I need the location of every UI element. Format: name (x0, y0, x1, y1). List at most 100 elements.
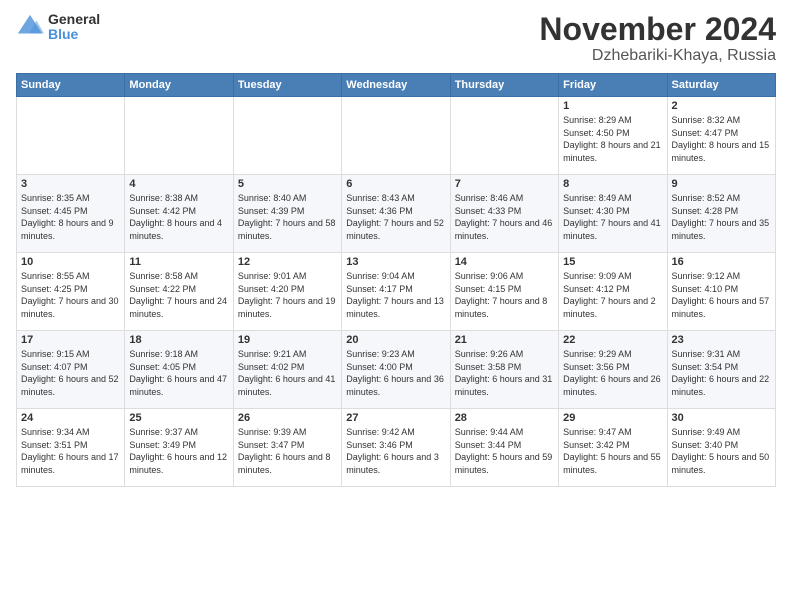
col-saturday: Saturday (667, 74, 775, 97)
day-number: 11 (129, 256, 228, 268)
week-row-1: 1 Sunrise: 8:29 AM Sunset: 4:50 PM Daylig… (17, 97, 776, 175)
calendar-cell-w1-d5: 1 Sunrise: 8:29 AM Sunset: 4:50 PM Daylig… (559, 97, 667, 175)
day-number: 19 (238, 334, 337, 346)
week-row-2: 3 Sunrise: 8:35 AM Sunset: 4:45 PM Daylig… (17, 175, 776, 253)
day-info: Sunrise: 8:29 AM Sunset: 4:50 PM Dayligh… (563, 114, 662, 164)
day-number: 26 (238, 412, 337, 424)
location: Dzhebariki-Khaya, Russia (539, 47, 776, 65)
calendar-cell-w2-d3: 6 Sunrise: 8:43 AM Sunset: 4:36 PM Daylig… (342, 175, 450, 253)
day-info: Sunrise: 8:43 AM Sunset: 4:36 PM Dayligh… (346, 192, 445, 242)
day-info: Sunrise: 9:15 AM Sunset: 4:07 PM Dayligh… (21, 348, 120, 398)
week-row-4: 17 Sunrise: 9:15 AM Sunset: 4:07 PM Dayli… (17, 331, 776, 409)
day-number: 13 (346, 256, 445, 268)
calendar-cell-w4-d4: 21Sunrise: 9:26 AM Sunset: 3:58 PM Dayli… (450, 331, 558, 409)
calendar-cell-w3-d1: 11 Sunrise: 8:58 AM Sunset: 4:22 PM Dayli… (125, 253, 233, 331)
logo: General Blue (16, 12, 100, 43)
day-info: Sunrise: 9:18 AM Sunset: 4:05 PM Dayligh… (129, 348, 228, 398)
day-number: 1 (563, 100, 662, 112)
day-info: Sunrise: 9:31 AM Sunset: 3:54 PM Dayligh… (672, 348, 771, 398)
day-info: Sunrise: 9:12 AM Sunset: 4:10 PM Dayligh… (672, 270, 771, 320)
day-number: 3 (21, 178, 120, 190)
calendar-cell-w3-d4: 14 Sunrise: 9:06 AM Sunset: 4:15 PM Dayli… (450, 253, 558, 331)
day-info: Sunrise: 8:58 AM Sunset: 4:22 PM Dayligh… (129, 270, 228, 320)
day-info: Sunrise: 9:21 AM Sunset: 4:02 PM Dayligh… (238, 348, 337, 398)
calendar-header-row: Sunday Monday Tuesday Wednesday Thursday… (17, 74, 776, 97)
calendar-cell-w1-d0 (17, 97, 125, 175)
page-container: General Blue November 2024 Dzhebariki-Kh… (0, 0, 792, 495)
day-info: Sunrise: 8:32 AM Sunset: 4:47 PM Dayligh… (672, 114, 771, 164)
day-number: 17 (21, 334, 120, 346)
calendar-cell-w4-d2: 19 Sunrise: 9:21 AM Sunset: 4:02 PM Dayli… (233, 331, 341, 409)
day-number: 15 (563, 256, 662, 268)
calendar-cell-w5-d1: 25 Sunrise: 9:37 AM Sunset: 3:49 PM Dayli… (125, 409, 233, 487)
day-number: 10 (21, 256, 120, 268)
day-info: Sunrise: 9:37 AM Sunset: 3:49 PM Dayligh… (129, 426, 228, 476)
day-number: 30 (672, 412, 771, 424)
day-info: Sunrise: 8:52 AM Sunset: 4:28 PM Dayligh… (672, 192, 771, 242)
calendar-cell-w5-d0: 24 Sunrise: 9:34 AM Sunset: 3:51 PM Dayli… (17, 409, 125, 487)
day-info: Sunrise: 9:23 AM Sunset: 4:00 PM Dayligh… (346, 348, 445, 398)
col-monday: Monday (125, 74, 233, 97)
day-info: Sunrise: 8:35 AM Sunset: 4:45 PM Dayligh… (21, 192, 120, 242)
header: General Blue November 2024 Dzhebariki-Kh… (16, 12, 776, 65)
logo-icon (16, 13, 44, 41)
day-number: 14 (455, 256, 554, 268)
day-number: 25 (129, 412, 228, 424)
day-number: 9 (672, 178, 771, 190)
logo-text: General Blue (48, 12, 100, 43)
day-number: 20 (346, 334, 445, 346)
day-number: 24 (21, 412, 120, 424)
day-info: Sunrise: 9:09 AM Sunset: 4:12 PM Dayligh… (563, 270, 662, 320)
day-number: 27 (346, 412, 445, 424)
calendar-cell-w2-d6: 9 Sunrise: 8:52 AM Sunset: 4:28 PM Daylig… (667, 175, 775, 253)
calendar-cell-w2-d5: 8 Sunrise: 8:49 AM Sunset: 4:30 PM Daylig… (559, 175, 667, 253)
calendar-cell-w5-d2: 26 Sunrise: 9:39 AM Sunset: 3:47 PM Dayli… (233, 409, 341, 487)
day-number: 5 (238, 178, 337, 190)
day-info: Sunrise: 9:04 AM Sunset: 4:17 PM Dayligh… (346, 270, 445, 320)
day-number: 29 (563, 412, 662, 424)
calendar-cell-w1-d3 (342, 97, 450, 175)
calendar-cell-w4-d3: 20 Sunrise: 9:23 AM Sunset: 4:00 PM Dayli… (342, 331, 450, 409)
calendar-table: Sunday Monday Tuesday Wednesday Thursday… (16, 73, 776, 487)
calendar-cell-w5-d5: 29Sunrise: 9:47 AM Sunset: 3:42 PM Dayli… (559, 409, 667, 487)
day-info: Sunrise: 8:40 AM Sunset: 4:39 PM Dayligh… (238, 192, 337, 242)
day-info: Sunrise: 8:49 AM Sunset: 4:30 PM Dayligh… (563, 192, 662, 242)
day-number: 4 (129, 178, 228, 190)
calendar-cell-w1-d1 (125, 97, 233, 175)
day-number: 23 (672, 334, 771, 346)
title-block: November 2024 Dzhebariki-Khaya, Russia (539, 12, 776, 65)
month-title: November 2024 (539, 12, 776, 47)
calendar-cell-w4-d0: 17 Sunrise: 9:15 AM Sunset: 4:07 PM Dayli… (17, 331, 125, 409)
logo-blue-text: Blue (48, 27, 100, 42)
day-number: 18 (129, 334, 228, 346)
calendar-cell-w2-d0: 3 Sunrise: 8:35 AM Sunset: 4:45 PM Daylig… (17, 175, 125, 253)
calendar-cell-w3-d0: 10 Sunrise: 8:55 AM Sunset: 4:25 PM Dayli… (17, 253, 125, 331)
calendar-cell-w4-d6: 23 Sunrise: 9:31 AM Sunset: 3:54 PM Dayli… (667, 331, 775, 409)
day-info: Sunrise: 9:42 AM Sunset: 3:46 PM Dayligh… (346, 426, 445, 476)
calendar-cell-w3-d2: 12 Sunrise: 9:01 AM Sunset: 4:20 PM Dayli… (233, 253, 341, 331)
day-number: 2 (672, 100, 771, 112)
day-number: 28 (455, 412, 554, 424)
day-number: 21 (455, 334, 554, 346)
day-info: Sunrise: 9:39 AM Sunset: 3:47 PM Dayligh… (238, 426, 337, 476)
day-number: 7 (455, 178, 554, 190)
day-info: Sunrise: 9:34 AM Sunset: 3:51 PM Dayligh… (21, 426, 120, 476)
col-friday: Friday (559, 74, 667, 97)
day-info: Sunrise: 9:29 AM Sunset: 3:56 PM Dayligh… (563, 348, 662, 398)
day-number: 8 (563, 178, 662, 190)
col-sunday: Sunday (17, 74, 125, 97)
col-tuesday: Tuesday (233, 74, 341, 97)
week-row-5: 24 Sunrise: 9:34 AM Sunset: 3:51 PM Dayli… (17, 409, 776, 487)
day-number: 12 (238, 256, 337, 268)
day-number: 16 (672, 256, 771, 268)
day-number: 22 (563, 334, 662, 346)
day-info: Sunrise: 8:55 AM Sunset: 4:25 PM Dayligh… (21, 270, 120, 320)
calendar-cell-w5-d6: 30Sunrise: 9:49 AM Sunset: 3:40 PM Dayli… (667, 409, 775, 487)
day-info: Sunrise: 9:06 AM Sunset: 4:15 PM Dayligh… (455, 270, 554, 320)
logo-general-text: General (48, 12, 100, 27)
day-number: 6 (346, 178, 445, 190)
calendar-cell-w4-d1: 18 Sunrise: 9:18 AM Sunset: 4:05 PM Dayli… (125, 331, 233, 409)
calendar-cell-w2-d4: 7Sunrise: 8:46 AM Sunset: 4:33 PM Daylig… (450, 175, 558, 253)
day-info: Sunrise: 9:01 AM Sunset: 4:20 PM Dayligh… (238, 270, 337, 320)
day-info: Sunrise: 8:38 AM Sunset: 4:42 PM Dayligh… (129, 192, 228, 242)
